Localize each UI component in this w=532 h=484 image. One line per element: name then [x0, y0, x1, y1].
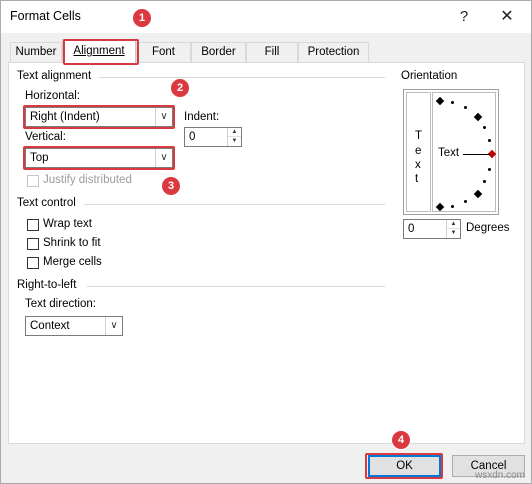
shrink-to-fit-checkbox[interactable]	[27, 238, 39, 250]
shrink-to-fit-label: Shrink to fit	[43, 237, 101, 249]
chevron-down-icon[interactable]: ∨	[155, 108, 172, 126]
horizontal-value: Right (Indent)	[30, 111, 100, 123]
degrees-label: Degrees	[466, 222, 510, 234]
degrees-stepper[interactable]: 0 ▲ ▼	[403, 219, 461, 239]
vertical-text-button[interactable]: T e x t	[406, 92, 431, 212]
callout-badge: 1	[133, 9, 151, 27]
chevron-down-icon[interactable]: ∨	[155, 149, 172, 167]
wrap-text-label: Wrap text	[43, 218, 92, 230]
orientation-dial-label: Text	[438, 147, 460, 159]
orientation-marker	[473, 189, 483, 199]
title-bar: Format Cells ? ✕	[1, 1, 531, 33]
vertical-text-letter: x	[415, 159, 421, 171]
merge-cells-checkbox[interactable]	[27, 257, 39, 269]
orientation-marker	[473, 112, 483, 122]
rtl-title: Right-to-left	[17, 279, 77, 291]
spin-down-icon[interactable]: ▼	[228, 137, 241, 146]
tab-border[interactable]: Border	[191, 42, 246, 62]
merge-cells-label: Merge cells	[43, 256, 102, 268]
orientation-marker	[488, 139, 491, 142]
ok-button[interactable]: OK	[368, 455, 441, 477]
close-icon[interactable]: ✕	[497, 7, 517, 27]
vertical-text-letter: t	[415, 173, 419, 185]
horizontal-label: Horizontal:	[25, 90, 80, 102]
vertical-select[interactable]: Top ∨	[25, 148, 173, 168]
spin-down-icon[interactable]: ▼	[447, 229, 460, 238]
orientation-marker	[435, 202, 445, 212]
callout-badge: 2	[171, 79, 189, 97]
divider	[87, 286, 385, 287]
orientation-marker	[483, 180, 486, 183]
orientation-marker	[451, 101, 454, 104]
divider	[84, 204, 385, 205]
callout-badge: 4	[392, 431, 410, 449]
callout-badge: 3	[162, 177, 180, 195]
text-control-title: Text control	[17, 197, 76, 209]
orientation-marker	[435, 96, 445, 106]
vertical-label: Vertical:	[25, 131, 66, 143]
help-icon[interactable]: ?	[454, 7, 474, 27]
tab-number[interactable]: Number	[10, 42, 62, 62]
justify-distributed-label: Justify distributed	[43, 174, 132, 186]
justify-distributed-checkbox[interactable]	[27, 175, 39, 187]
spin-up-icon[interactable]: ▲	[447, 220, 460, 229]
format-cells-dialog: Format Cells ? ✕ Number Alignment Font B…	[0, 0, 532, 484]
orientation-title: Orientation	[401, 70, 458, 82]
indent-label: Indent:	[184, 111, 220, 123]
text-direction-value: Context	[30, 320, 70, 332]
window-title: Format Cells	[10, 9, 81, 23]
orientation-marker	[488, 168, 491, 171]
orientation-marker	[464, 106, 467, 109]
indent-value: 0	[189, 131, 196, 143]
orientation-marker	[451, 205, 454, 208]
tab-alignment[interactable]: Alignment	[62, 39, 136, 63]
tab-fill[interactable]: Fill	[246, 42, 298, 62]
chevron-down-icon[interactable]: ∨	[105, 317, 122, 335]
spin-up-icon[interactable]: ▲	[228, 128, 241, 137]
horizontal-select[interactable]: Right (Indent) ∨	[25, 107, 173, 127]
text-alignment-title: Text alignment	[17, 70, 92, 82]
text-direction-label: Text direction:	[25, 298, 96, 310]
vertical-text-letter: e	[415, 145, 422, 157]
indent-stepper[interactable]: 0 ▲ ▼	[184, 127, 242, 147]
orientation-dial[interactable]: Text	[432, 92, 497, 212]
tab-font[interactable]: Font	[136, 42, 191, 62]
degrees-value: 0	[408, 223, 415, 235]
degrees-spin-buttons: ▲ ▼	[446, 220, 460, 238]
tab-protection[interactable]: Protection	[298, 42, 369, 62]
divider	[99, 77, 385, 78]
orientation-box: T e x t Text	[403, 89, 499, 215]
orientation-marker	[464, 200, 467, 203]
wrap-text-checkbox[interactable]	[27, 219, 39, 231]
indent-spin-buttons: ▲ ▼	[227, 128, 241, 146]
orientation-marker	[483, 126, 486, 129]
orientation-line	[463, 154, 490, 155]
vertical-value: Top	[30, 152, 49, 164]
vertical-text-letter: T	[415, 130, 423, 142]
tab-alignment-label: Alignment	[73, 45, 125, 57]
watermark: wsxdn.com	[474, 470, 525, 481]
text-direction-select[interactable]: Context ∨	[25, 316, 123, 336]
